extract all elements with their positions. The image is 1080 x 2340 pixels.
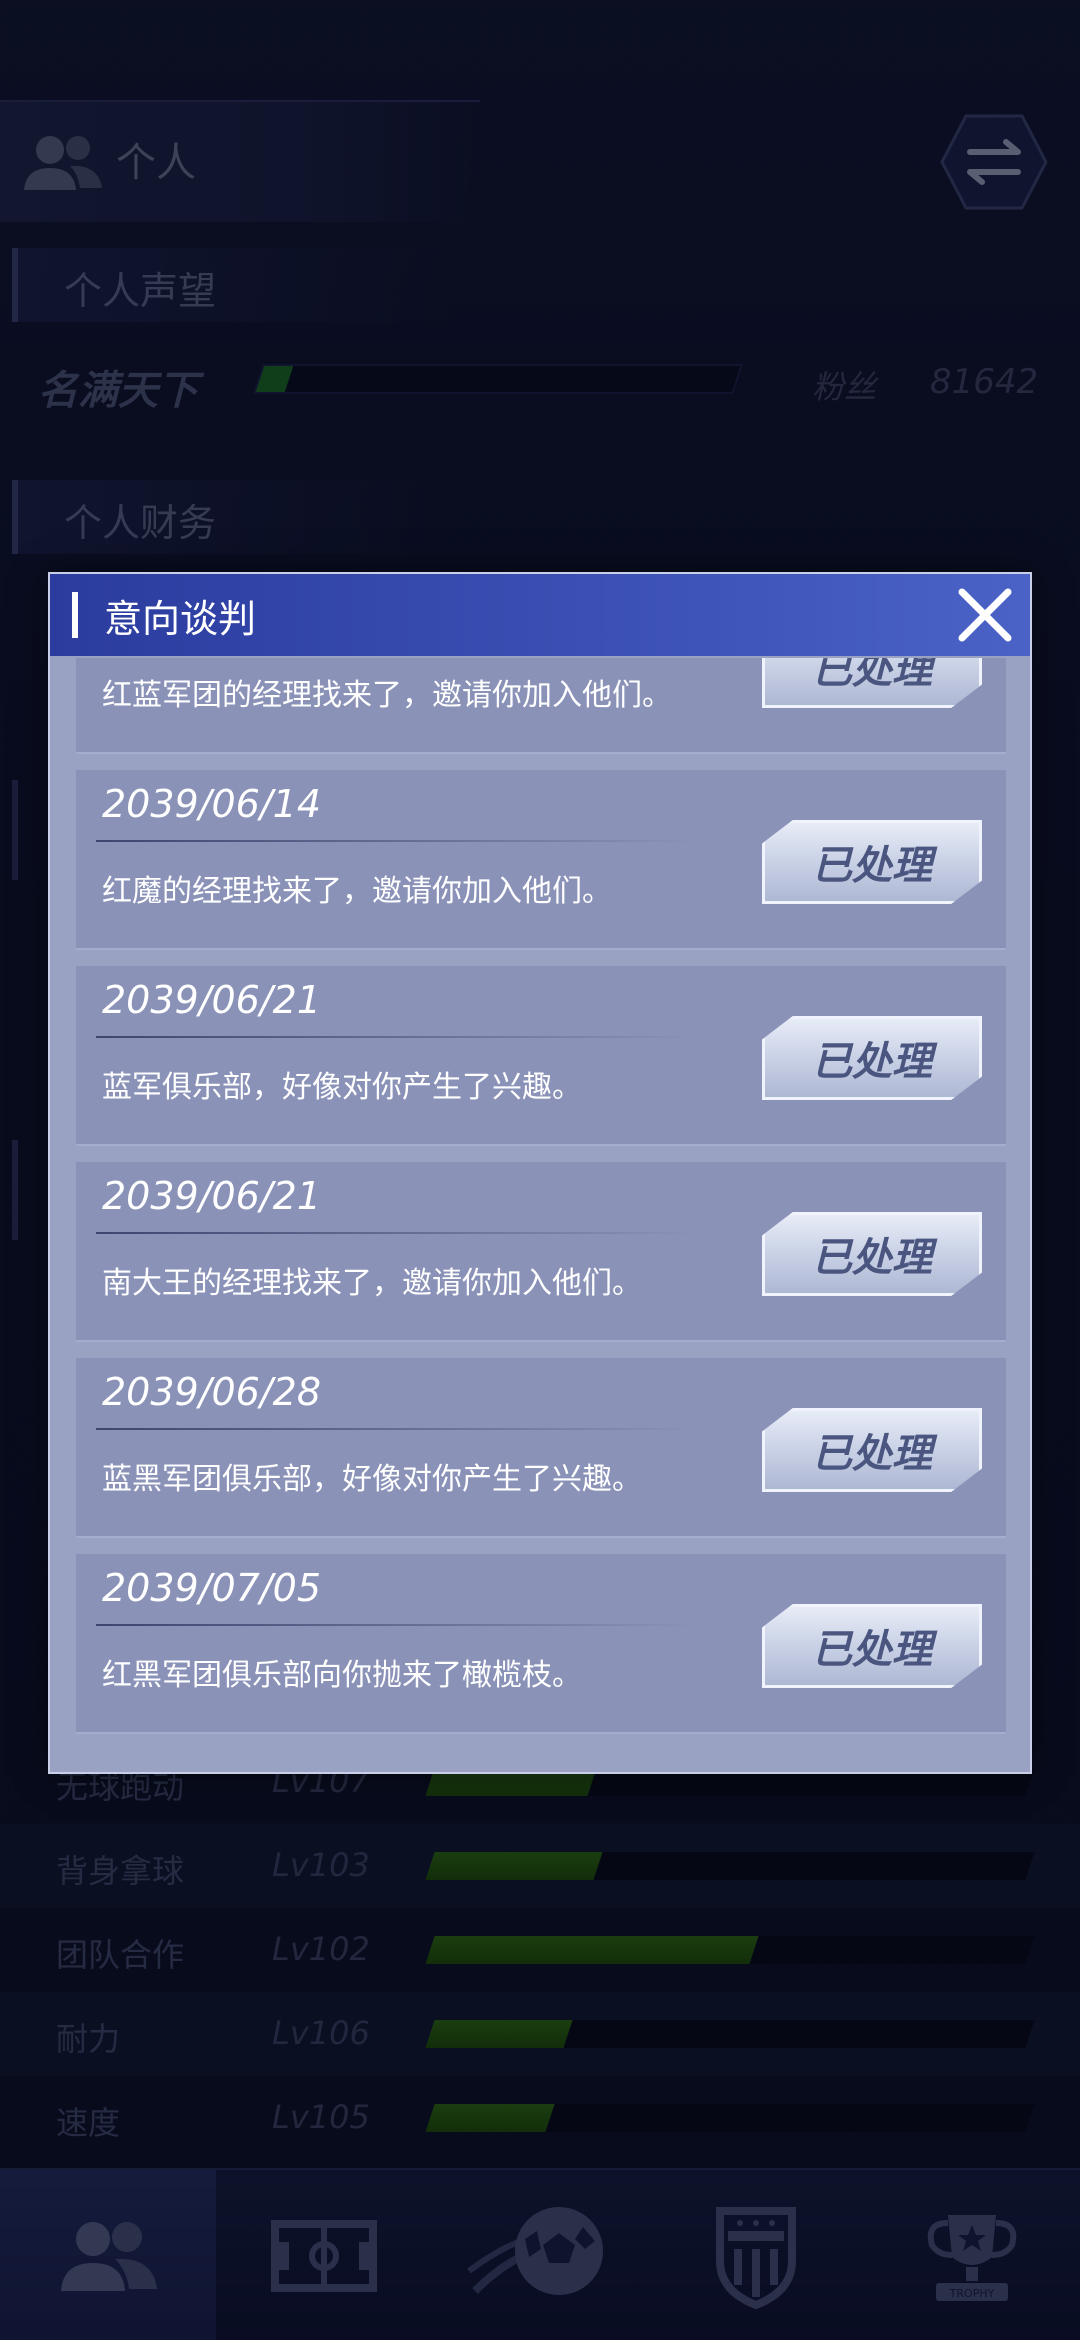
entry-date: 2039/06/14 <box>102 782 322 826</box>
list-item: 2039/06/21 南大王的经理找来了，邀请你加入他们。 已处理 <box>76 1162 1006 1342</box>
entry-message: 蓝黑军团俱乐部，好像对你产生了兴趣。 <box>102 1462 642 1497</box>
divider <box>96 1036 696 1038</box>
negotiation-dialog: 意向谈判 红蓝军团的经理找来了，邀请你加入他们。 已处理 2039/06/14 … <box>48 572 1032 1774</box>
list-item: 2039/06/14 红魔的经理找来了，邀请你加入他们。 已处理 <box>76 770 1006 950</box>
processed-button[interactable]: 已处理 <box>762 1016 982 1100</box>
close-icon[interactable] <box>954 584 1016 646</box>
divider <box>96 1232 696 1234</box>
dialog-title: 意向谈判 <box>104 597 257 641</box>
header-accent-bar <box>72 592 78 638</box>
processed-button[interactable]: 已处理 <box>762 658 982 708</box>
processed-button[interactable]: 已处理 <box>762 1408 982 1492</box>
entry-message: 蓝军俱乐部，好像对你产生了兴趣。 <box>102 1070 582 1105</box>
processed-button[interactable]: 已处理 <box>762 1604 982 1688</box>
entry-message: 红黑军团俱乐部向你抛来了橄榄枝。 <box>102 1658 582 1693</box>
entry-message: 红魔的经理找来了，邀请你加入他们。 <box>102 874 612 909</box>
divider <box>96 1624 696 1626</box>
entry-date: 2039/06/28 <box>102 1370 322 1414</box>
divider <box>96 1428 696 1430</box>
list-item: 2039/06/21 蓝军俱乐部，好像对你产生了兴趣。 已处理 <box>76 966 1006 1146</box>
entry-message: 红蓝军团的经理找来了，邀请你加入他们。 <box>102 678 672 713</box>
entry-date: 2039/06/21 <box>102 1174 322 1218</box>
list-item: 2039/07/05 红黑军团俱乐部向你抛来了橄榄枝。 已处理 <box>76 1554 1006 1734</box>
entry-message: 南大王的经理找来了，邀请你加入他们。 <box>102 1266 642 1301</box>
processed-button[interactable]: 已处理 <box>762 1212 982 1296</box>
processed-button[interactable]: 已处理 <box>762 820 982 904</box>
divider <box>96 840 696 842</box>
list-item: 红蓝军团的经理找来了，邀请你加入他们。 已处理 <box>76 658 1006 754</box>
entry-date: 2039/07/05 <box>102 1566 322 1610</box>
entry-date: 2039/06/21 <box>102 978 322 1022</box>
list-item: 2039/06/28 蓝黑军团俱乐部，好像对你产生了兴趣。 已处理 <box>76 1358 1006 1538</box>
negotiation-list[interactable]: 红蓝军团的经理找来了，邀请你加入他们。 已处理 2039/06/14 红魔的经理… <box>50 658 1030 1772</box>
dialog-header: 意向谈判 <box>50 574 1030 656</box>
